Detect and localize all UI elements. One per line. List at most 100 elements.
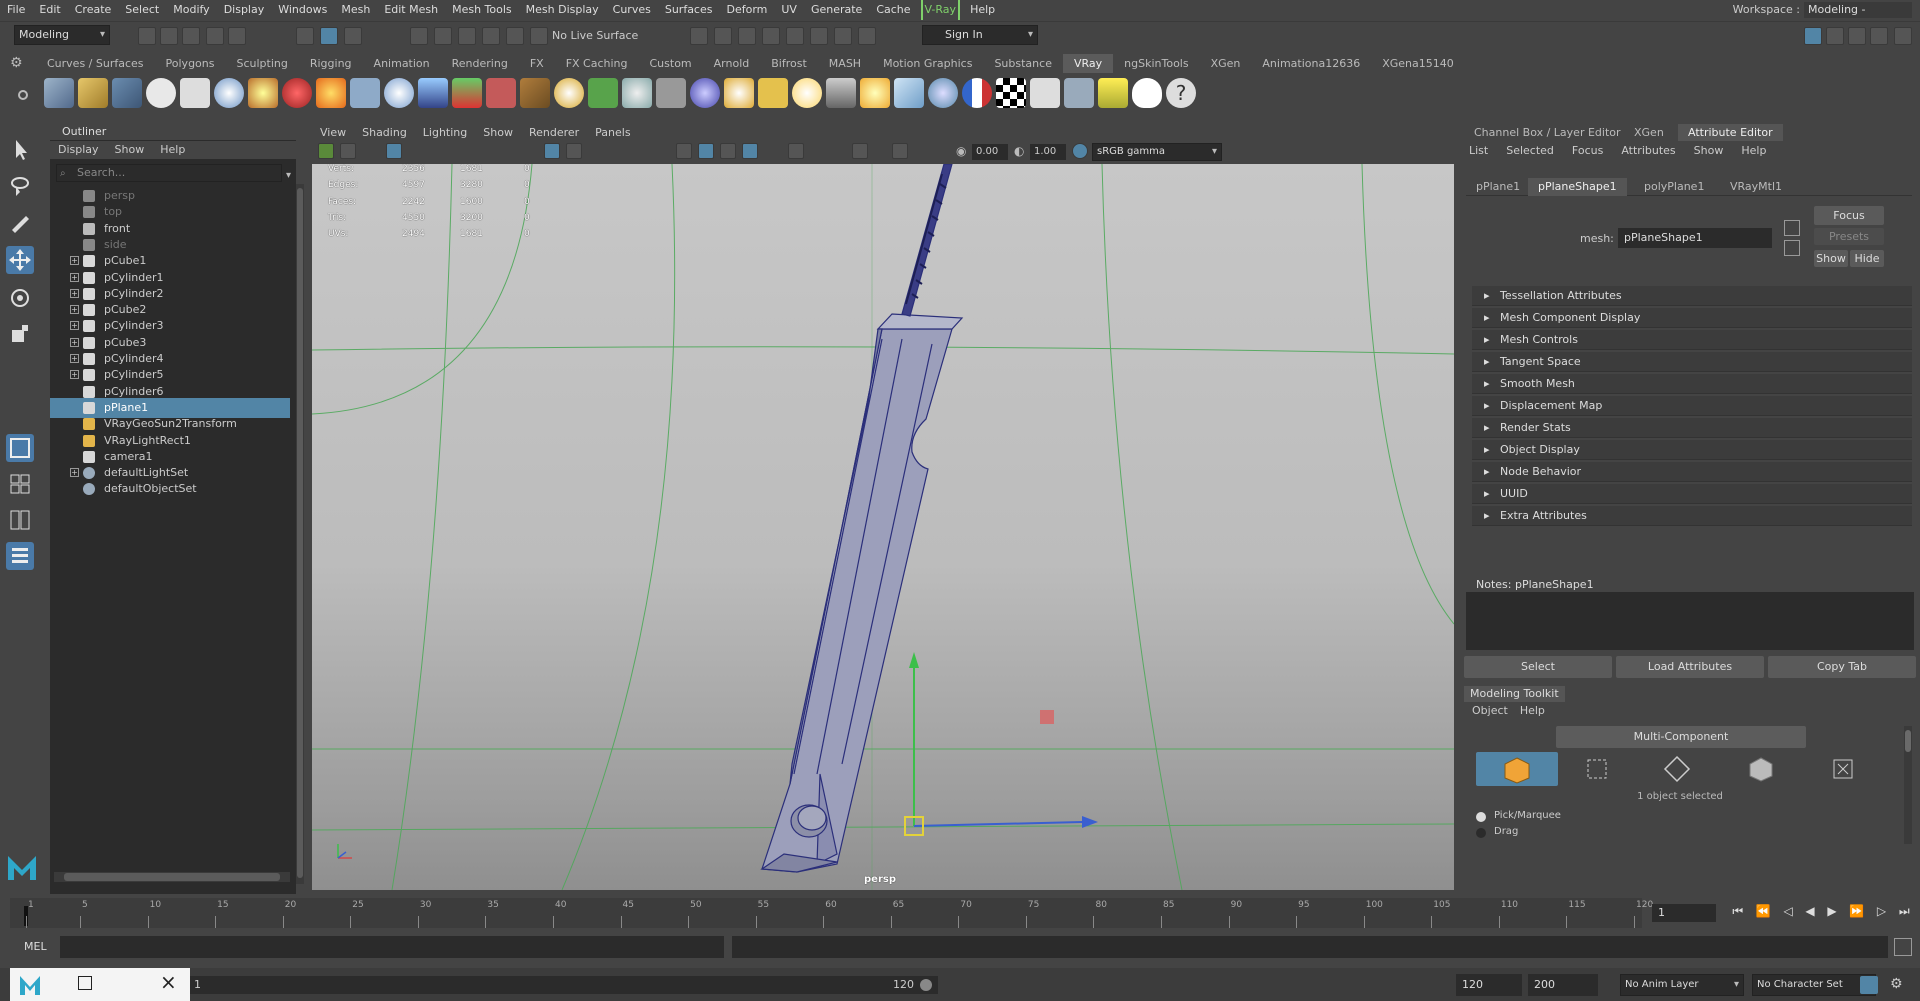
mesh-name-field[interactable]: pPlaneShape1 xyxy=(1618,228,1772,248)
attr-section-tangent-space[interactable]: Tangent Space xyxy=(1472,352,1912,372)
node-tab-pplane1[interactable]: pPlane1 xyxy=(1466,178,1530,196)
render-settings-icon[interactable] xyxy=(690,27,708,45)
anim-layer-dropdown[interactable]: No Anim Layer xyxy=(1620,974,1744,996)
attr-section-node-behavior[interactable]: Node Behavior xyxy=(1472,462,1912,482)
attribute-toggle-icon[interactable] xyxy=(1894,27,1912,45)
textured-icon[interactable] xyxy=(720,143,736,159)
shelf-tab-xgen[interactable]: XGen xyxy=(1200,54,1252,73)
viewport-menu-show[interactable]: Show xyxy=(475,124,521,142)
vray-proxy-icon[interactable] xyxy=(350,78,380,108)
vray-ipr-icon[interactable] xyxy=(78,78,108,108)
viewport-menu-shading[interactable]: Shading xyxy=(354,124,415,142)
select-component-icon[interactable] xyxy=(344,27,362,45)
attr-section-uuid[interactable]: UUID xyxy=(1472,484,1912,504)
vray-toon-icon[interactable] xyxy=(486,78,516,108)
menu-mesh-tools[interactable]: Mesh Tools xyxy=(445,0,519,20)
pick-marquee-radio[interactable] xyxy=(1476,812,1486,822)
vray-logo-icon[interactable] xyxy=(146,78,176,108)
go-to-start-icon[interactable]: ⏮ xyxy=(1732,904,1743,922)
menu-surfaces[interactable]: Surfaces xyxy=(658,0,720,20)
attr-section-smooth-mesh[interactable]: Smooth Mesh xyxy=(1472,374,1912,394)
uv-mode-icon[interactable] xyxy=(1826,752,1860,786)
vray-ies-icon[interactable] xyxy=(758,78,788,108)
expand-icon[interactable]: + xyxy=(70,468,79,478)
vray-frame-buffer-icon[interactable] xyxy=(112,78,142,108)
bookmark-icon[interactable] xyxy=(386,143,402,159)
attr-section-object-display[interactable]: Object Display xyxy=(1472,440,1912,460)
ae-menu-selected[interactable]: Selected xyxy=(1497,142,1563,160)
menu-v-ray[interactable]: V-Ray xyxy=(920,0,961,20)
viewport-canvas[interactable]: Verts: 2356 1681 0 Edges: 4597 3280 0 Faces: 2242… xyxy=(312,164,1454,890)
edge-mode-icon[interactable] xyxy=(1660,752,1694,786)
wireframe-on-shaded-icon[interactable] xyxy=(742,143,758,159)
scale-tool-icon[interactable] xyxy=(6,320,34,348)
save-scene-icon[interactable] xyxy=(182,27,200,45)
vray-help-icon[interactable]: ? xyxy=(1166,78,1196,108)
go-to-end-icon[interactable]: ⏭ xyxy=(1899,904,1910,922)
shelf-tab-xgena15140[interactable]: XGena15140 xyxy=(1371,54,1465,73)
snap-surface-icon[interactable] xyxy=(506,27,524,45)
vray-render-element-icon[interactable] xyxy=(1030,78,1060,108)
shadows-icon[interactable] xyxy=(788,143,804,159)
anim-end-field[interactable]: 120 xyxy=(1456,974,1522,996)
script-editor-icon[interactable] xyxy=(1894,938,1912,956)
auto-key-icon[interactable] xyxy=(1860,976,1878,994)
focus-button[interactable]: Focus xyxy=(1814,206,1884,225)
multi-component-button[interactable]: Multi-Component xyxy=(1556,726,1806,748)
shelf-tab-fx-caching[interactable]: FX Caching xyxy=(555,54,639,73)
toggle-panel-icon[interactable] xyxy=(858,27,876,45)
snap-view-icon[interactable] xyxy=(482,27,500,45)
redo-icon[interactable] xyxy=(228,27,246,45)
shelf-tab-ngskintools[interactable]: ngSkinTools xyxy=(1113,54,1199,73)
output-connection-icon[interactable] xyxy=(1784,240,1800,256)
expand-icon[interactable]: + xyxy=(70,305,79,315)
shelf-tab-bifrost[interactable]: Bifrost xyxy=(760,54,818,73)
open-scene-icon[interactable] xyxy=(160,27,178,45)
shelf-tab-animationa12636[interactable]: Animationa12636 xyxy=(1251,54,1371,73)
undo-icon[interactable] xyxy=(206,27,224,45)
vray-fur-icon[interactable] xyxy=(316,78,346,108)
shelf-tab-arnold[interactable]: Arnold xyxy=(703,54,761,73)
light-editor-icon[interactable] xyxy=(834,27,852,45)
drag-radio[interactable] xyxy=(1476,828,1486,838)
attr-section-mesh-controls[interactable]: Mesh Controls xyxy=(1472,330,1912,350)
menu-edit[interactable]: Edit xyxy=(32,0,67,20)
command-input[interactable] xyxy=(60,936,724,958)
ae-menu-focus[interactable]: Focus xyxy=(1563,142,1612,160)
vray-render-icon[interactable] xyxy=(44,78,74,108)
menu-create[interactable]: Create xyxy=(68,0,119,20)
shelf-tab-curves-surfaces[interactable]: Curves / Surfaces xyxy=(36,54,155,73)
viewport-menu-view[interactable]: View xyxy=(312,124,354,142)
exposure-field[interactable]: 0.00 xyxy=(972,144,1008,160)
toolkit-menu-help[interactable]: Help xyxy=(1514,703,1551,719)
menu-display[interactable]: Display xyxy=(217,0,272,20)
camera-attributes-icon[interactable] xyxy=(340,143,356,159)
attr-section-mesh-component-display[interactable]: Mesh Component Display xyxy=(1472,308,1912,328)
hide-button[interactable]: Hide xyxy=(1850,250,1884,267)
attr-section-displacement-map[interactable]: Displacement Map xyxy=(1472,396,1912,416)
close-icon[interactable]: × xyxy=(160,970,177,994)
shelf-tab-rigging[interactable]: Rigging xyxy=(299,54,363,73)
toolkit-menu-object[interactable]: Object xyxy=(1466,703,1514,719)
expand-icon[interactable]: + xyxy=(70,272,79,282)
isolate-select-icon[interactable] xyxy=(852,143,868,159)
load-attributes-button[interactable]: Load Attributes xyxy=(1616,656,1764,678)
render-frame-icon[interactable] xyxy=(714,27,732,45)
current-frame-field[interactable]: 1 xyxy=(1652,904,1716,922)
shelf-gear-icon[interactable]: ⚙ xyxy=(10,56,26,70)
ae-menu-attributes[interactable]: Attributes xyxy=(1612,142,1684,160)
menu-mesh[interactable]: Mesh xyxy=(334,0,377,20)
select-camera-icon[interactable] xyxy=(318,143,334,159)
menu-generate[interactable]: Generate xyxy=(804,0,869,20)
shelf-tab-substance[interactable]: Substance xyxy=(983,54,1063,73)
workspace-dropdown[interactable]: Modeling - Standard xyxy=(1804,2,1912,32)
node-tab-pplaneshape1[interactable]: pPlaneShape1 xyxy=(1528,178,1627,196)
viewport-menu-panels[interactable]: Panels xyxy=(587,124,638,142)
four-view-layout-icon[interactable] xyxy=(6,470,34,498)
range-slider[interactable]: 1 120 xyxy=(190,976,938,994)
outliner-search-input[interactable]: Search... xyxy=(56,164,282,182)
outliner-menu-display[interactable]: Display xyxy=(50,141,107,159)
move-tool-icon[interactable] xyxy=(6,246,34,274)
menu-modify[interactable]: Modify xyxy=(166,0,216,20)
ipr-render-icon[interactable] xyxy=(738,27,756,45)
